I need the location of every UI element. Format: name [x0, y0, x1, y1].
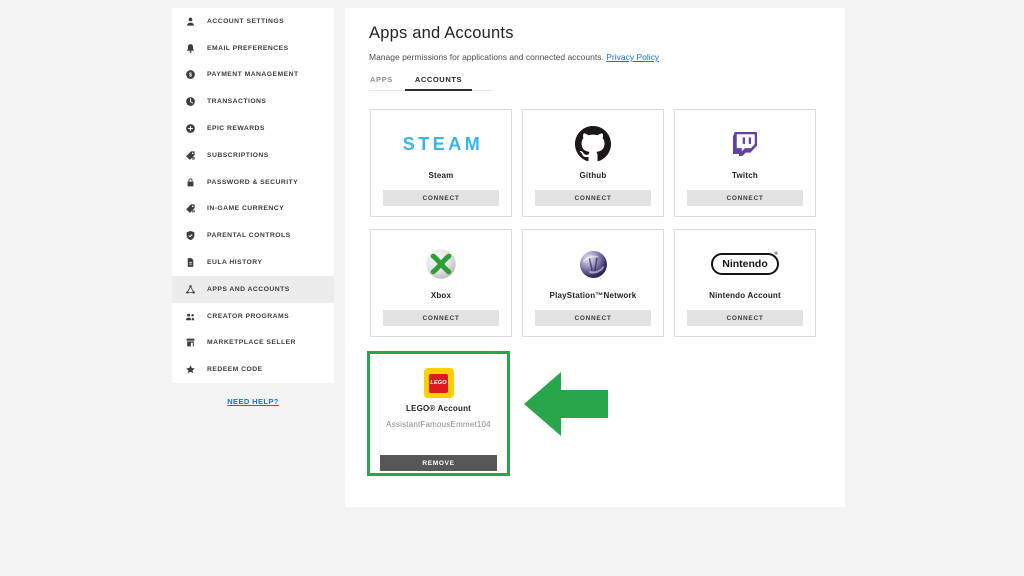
- lock-icon: [185, 177, 196, 188]
- account-card-xbox: Xbox CONNECT: [370, 229, 512, 337]
- need-help-container: NEED HELP?: [172, 391, 334, 409]
- account-card-playstation: PlayStation™Network CONNECT: [522, 229, 664, 337]
- document-icon: [185, 257, 196, 268]
- sidebar-item-label: EPIC REWARDS: [207, 125, 265, 132]
- sidebar-item-email-preferences[interactable]: EMAIL PREFERENCES: [172, 35, 334, 62]
- sidebar-item-epic-rewards[interactable]: EPIC REWARDS: [172, 115, 334, 142]
- sidebar-item-label: MARKETPLACE SELLER: [207, 339, 296, 346]
- sidebar-item-eula-history[interactable]: EULA HISTORY: [172, 249, 334, 276]
- svg-text:$: $: [189, 73, 192, 79]
- linked-account-username: AssistantFamousEmmet104: [370, 420, 507, 429]
- sidebar-item-apps-and-accounts[interactable]: APPS AND ACCOUNTS: [172, 276, 334, 303]
- remove-lego-button[interactable]: REMOVE: [380, 455, 497, 471]
- connect-steam-button[interactable]: CONNECT: [383, 190, 499, 206]
- account-card-lego: LEGO LEGO® Account AssistantFamousEmmet1…: [370, 364, 507, 483]
- sidebar-item-parental-controls[interactable]: PARENTAL CONTROLS: [172, 222, 334, 249]
- sidebar-item-label: ACCOUNT SETTINGS: [207, 18, 284, 25]
- connect-github-button[interactable]: CONNECT: [535, 190, 651, 206]
- bell-icon: [185, 43, 196, 54]
- connect-nintendo-button[interactable]: CONNECT: [687, 310, 803, 326]
- lego-wordmark: LEGO: [430, 380, 446, 386]
- lego-logo-icon: LEGO: [370, 364, 507, 402]
- star-icon: [185, 364, 196, 375]
- highlight-arrow-icon: [524, 371, 609, 442]
- sidebar-item-in-game-currency[interactable]: $ IN-GAME CURRENCY: [172, 196, 334, 223]
- currency-tag-icon: $: [185, 203, 196, 214]
- sidebar-item-subscriptions[interactable]: 0 SUBSCRIPTIONS: [172, 142, 334, 169]
- need-help-link[interactable]: NEED HELP?: [227, 397, 279, 406]
- sidebar-item-transactions[interactable]: TRANSACTIONS: [172, 88, 334, 115]
- clock-icon: [185, 96, 196, 107]
- people-icon: [185, 311, 196, 322]
- account-name: PlayStation™Network: [523, 291, 663, 300]
- connected-nodes-icon: [185, 284, 196, 295]
- sidebar-item-account-settings[interactable]: ACCOUNT SETTINGS: [172, 8, 334, 35]
- account-card-twitch: Twitch CONNECT: [674, 109, 816, 217]
- sidebar-item-redeem-code[interactable]: REDEEM CODE: [172, 356, 334, 383]
- sidebar-item-label: EULA HISTORY: [207, 259, 262, 266]
- sidebar-item-label: CREATOR PROGRAMS: [207, 313, 289, 320]
- sidebar-item-label: PASSWORD & SECURITY: [207, 179, 298, 186]
- account-card-steam: STEAM Steam CONNECT: [370, 109, 512, 217]
- account-name: Nintendo Account: [675, 291, 815, 300]
- accounts-grid: STEAM Steam CONNECT Github CONNECT Twitc…: [370, 109, 816, 337]
- nintendo-logo: Nintendo ®: [675, 239, 815, 289]
- page-title: Apps and Accounts: [369, 24, 823, 43]
- person-icon: [185, 16, 196, 27]
- connect-xbox-button[interactable]: CONNECT: [383, 310, 499, 326]
- nintendo-wordmark: Nintendo ®: [711, 253, 779, 276]
- epic-account-settings-page: ACCOUNT SETTINGS EMAIL PREFERENCES $ PAY…: [0, 0, 1024, 576]
- sidebar-item-label: TRANSACTIONS: [207, 98, 266, 105]
- connect-playstation-button[interactable]: CONNECT: [535, 310, 651, 326]
- connect-twitch-button[interactable]: CONNECT: [687, 190, 803, 206]
- storefront-icon: [185, 337, 196, 348]
- xbox-logo-icon: [371, 239, 511, 289]
- registered-mark: ®: [774, 252, 777, 257]
- sidebar-item-marketplace-seller[interactable]: MARKETPLACE SELLER: [172, 330, 334, 357]
- subscription-tag-icon: 0: [185, 150, 196, 161]
- sidebar-item-label: REDEEM CODE: [207, 366, 263, 373]
- account-name: Twitch: [675, 171, 815, 180]
- account-card-github: Github CONNECT: [522, 109, 664, 217]
- tab-apps[interactable]: APPS: [369, 75, 405, 90]
- steam-logo: STEAM: [371, 119, 511, 169]
- account-name: Steam: [371, 171, 511, 180]
- account-name: Github: [523, 171, 663, 180]
- playstation-logo-icon: [523, 239, 663, 289]
- privacy-policy-link[interactable]: Privacy Policy: [606, 52, 659, 62]
- account-card-nintendo: Nintendo ® Nintendo Account CONNECT: [674, 229, 816, 337]
- shield-check-icon: [185, 230, 196, 241]
- github-logo-icon: [523, 119, 663, 169]
- account-name: LEGO® Account: [370, 404, 507, 413]
- tab-accounts[interactable]: ACCOUNTS: [405, 75, 472, 91]
- sidebar-item-label: APPS AND ACCOUNTS: [207, 286, 290, 293]
- page-subtitle: Manage permissions for applications and …: [369, 52, 823, 62]
- tab-bar: APPS ACCOUNTS: [369, 75, 493, 91]
- dollar-circle-icon: $: [185, 69, 196, 80]
- sidebar-item-label: PAYMENT MANAGEMENT: [207, 71, 299, 78]
- sidebar-item-password-security[interactable]: PASSWORD & SECURITY: [172, 169, 334, 196]
- sidebar-item-label: EMAIL PREFERENCES: [207, 45, 289, 52]
- sidebar-item-label: IN-GAME CURRENCY: [207, 205, 284, 212]
- sidebar-item-label: PARENTAL CONTROLS: [207, 232, 291, 239]
- plus-circle-icon: [185, 123, 196, 134]
- steam-wordmark: STEAM: [399, 134, 484, 155]
- sidebar-item-creator-programs[interactable]: CREATOR PROGRAMS: [172, 303, 334, 330]
- settings-sidebar: ACCOUNT SETTINGS EMAIL PREFERENCES $ PAY…: [172, 8, 334, 383]
- highlight-box: LEGO LEGO® Account AssistantFamousEmmet1…: [367, 351, 510, 476]
- account-name: Xbox: [371, 291, 511, 300]
- sidebar-item-payment-management[interactable]: $ PAYMENT MANAGEMENT: [172, 62, 334, 89]
- subtitle-text: Manage permissions for applications and …: [369, 52, 604, 62]
- twitch-logo-icon: [675, 119, 815, 169]
- sidebar-item-label: SUBSCRIPTIONS: [207, 152, 269, 159]
